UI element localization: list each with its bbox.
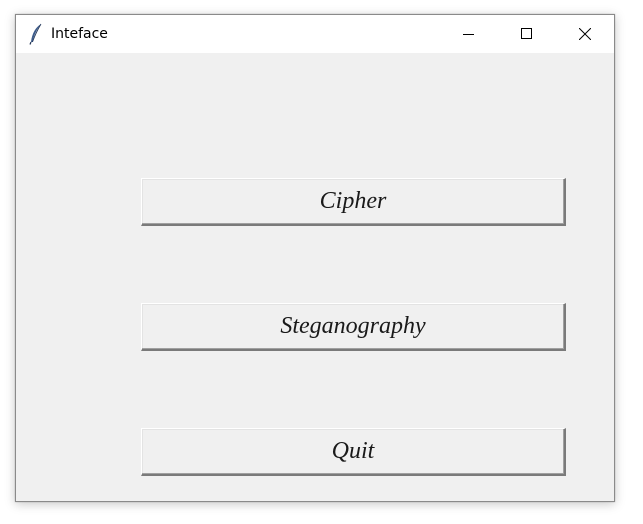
close-icon xyxy=(578,25,592,44)
maximize-button[interactable] xyxy=(498,15,556,53)
close-button[interactable] xyxy=(556,15,614,53)
minimize-icon xyxy=(463,25,475,44)
app-window: Inteface Cipher Steganography Quit xyxy=(15,14,615,502)
window-title: Inteface xyxy=(51,26,108,42)
minimize-button[interactable] xyxy=(440,15,498,53)
quit-button[interactable]: Quit xyxy=(141,428,566,476)
main-content: Cipher Steganography Quit xyxy=(16,53,614,501)
steganography-button[interactable]: Steganography xyxy=(141,303,566,351)
feather-icon xyxy=(28,23,44,45)
cipher-button[interactable]: Cipher xyxy=(141,178,566,226)
maximize-icon xyxy=(521,25,533,44)
title-bar[interactable]: Inteface xyxy=(16,15,614,53)
